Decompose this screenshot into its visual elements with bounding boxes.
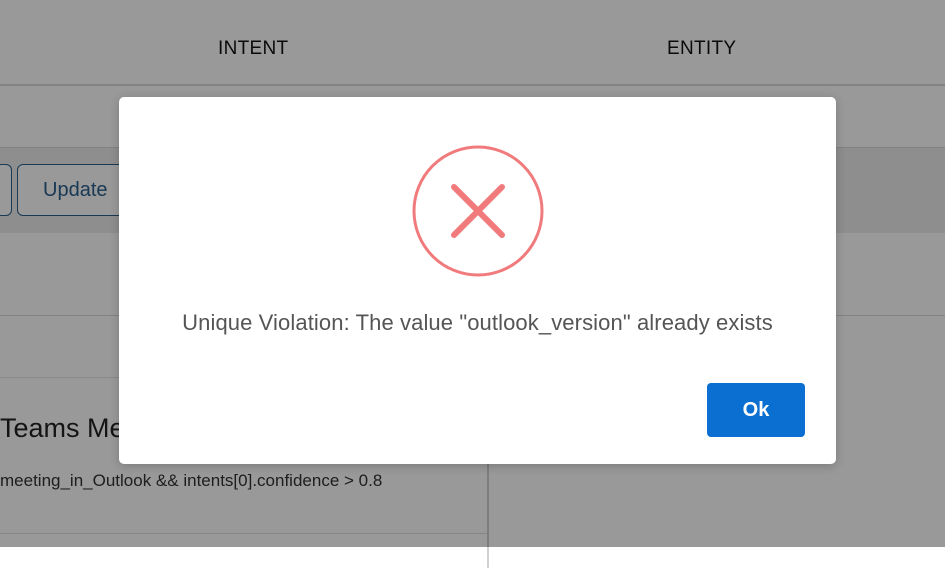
ok-button[interactable]: Ok (707, 383, 805, 437)
error-dialog: Unique Violation: The value "outlook_ver… (119, 97, 836, 464)
error-message: Unique Violation: The value "outlook_ver… (182, 310, 773, 335)
error-x-circle-icon (412, 145, 544, 277)
